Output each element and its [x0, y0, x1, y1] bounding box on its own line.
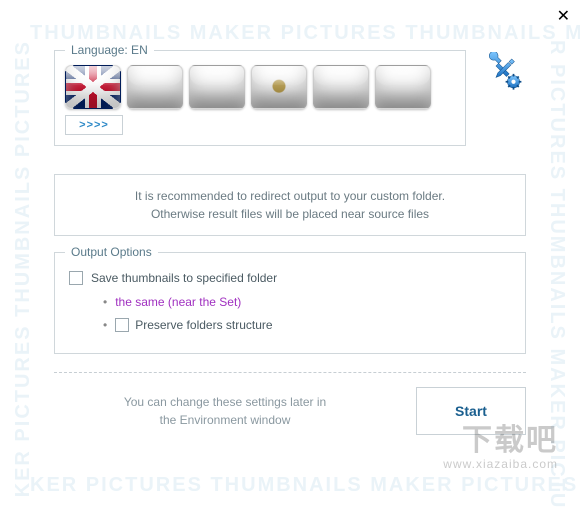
language-legend: Language: EN — [65, 43, 154, 57]
info-line-2: Otherwise result files will be placed ne… — [65, 205, 515, 223]
preserve-folders-checkbox[interactable] — [115, 318, 129, 332]
preserve-folders-label: Preserve folders structure — [135, 314, 272, 337]
info-line-1: It is recommended to redirect output to … — [65, 187, 515, 205]
more-languages-button[interactable]: >>>> — [65, 115, 123, 135]
same-folder-link[interactable]: the same (near the Set) — [115, 291, 241, 314]
bullet-icon: • — [103, 314, 107, 337]
info-box: It is recommended to redirect output to … — [54, 174, 526, 236]
flag-option-2[interactable] — [127, 65, 183, 109]
output-options-legend: Output Options — [65, 245, 158, 259]
language-group: Language: EN >>>> — [54, 50, 466, 146]
flag-option-5[interactable] — [313, 65, 369, 109]
flag-option-6[interactable] — [375, 65, 431, 109]
start-button[interactable]: Start — [416, 387, 526, 435]
bullet-icon: • — [103, 291, 107, 314]
dialog-content: Language: EN >>>> — [0, 0, 580, 465]
flag-option-3[interactable] — [189, 65, 245, 109]
flag-es[interactable] — [251, 65, 307, 109]
flag-uk[interactable] — [65, 65, 121, 109]
separator — [54, 372, 526, 373]
save-thumbnails-checkbox[interactable] — [69, 271, 83, 285]
tools-icon[interactable] — [480, 50, 526, 96]
close-icon[interactable]: ✕ — [557, 6, 570, 26]
save-thumbnails-label: Save thumbnails to specified folder — [91, 271, 277, 285]
output-options-group: Output Options Save thumbnails to specif… — [54, 252, 526, 354]
footer-note: You can change these settings later in t… — [54, 393, 396, 429]
